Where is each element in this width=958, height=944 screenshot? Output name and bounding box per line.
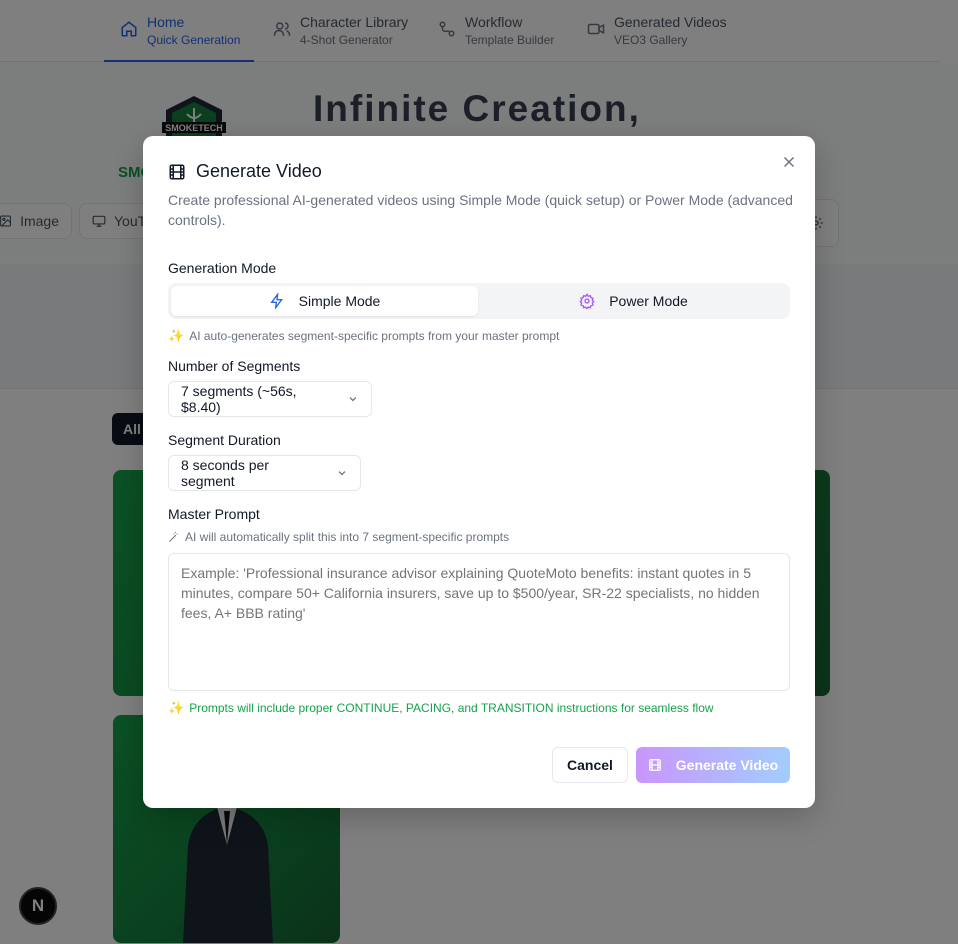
simple-mode-label: Simple Mode: [298, 293, 381, 309]
generation-mode-label: Generation Mode: [168, 260, 277, 276]
segments-value: 7 segments (~56s, $8.40): [181, 383, 297, 415]
duration-label: Segment Duration: [168, 432, 281, 448]
chevron-down-icon: [349, 397, 357, 402]
film-icon: [169, 164, 185, 179]
transition-hint: ✨ Prompts will include proper CONTINUE, …: [168, 700, 714, 716]
dialog-description: Create professional AI-generated videos …: [168, 192, 793, 228]
master-prompt-hint: AI will automatically split this into 7 …: [168, 530, 509, 544]
master-prompt-hint-text: AI will automatically split this into 7 …: [185, 530, 510, 544]
segments-label: Number of Segments: [168, 358, 301, 374]
generate-video-label: Generate Video: [675, 757, 779, 773]
power-mode-tab[interactable]: Power Mode: [480, 286, 787, 316]
duration-select[interactable]: 8 seconds per segment: [168, 455, 361, 491]
film-icon: [648, 759, 661, 771]
segments-select[interactable]: 7 segments (~56s, $8.40): [168, 381, 372, 417]
generation-mode-switch: Simple Mode Power Mode: [168, 283, 790, 319]
duration-value: 8 seconds per segment: [181, 457, 269, 489]
master-prompt-input[interactable]: [168, 553, 790, 691]
simple-mode-tab[interactable]: Simple Mode: [171, 286, 478, 316]
dialog-title: Generate Video: [168, 161, 322, 182]
close-icon[interactable]: [780, 153, 798, 171]
transition-hint-text: Prompts will include proper CONTINUE, PA…: [189, 701, 714, 715]
lightning-icon: [269, 293, 283, 309]
mode-hint-text: AI auto-generates segment-specific promp…: [189, 329, 560, 343]
generate-video-button[interactable]: Generate Video: [636, 747, 790, 783]
sparkle-icon: ✨: [168, 700, 185, 715]
magic-wand-icon: [169, 532, 178, 542]
mode-hint: ✨ AI auto-generates segment-specific pro…: [168, 328, 559, 344]
dialog-title-text: Generate Video: [196, 161, 322, 181]
master-prompt-label: Master Prompt: [168, 506, 260, 522]
chevron-down-icon: [338, 471, 346, 476]
power-mode-label: Power Mode: [609, 293, 688, 309]
sparkle-icon: ✨: [168, 328, 185, 343]
cancel-button[interactable]: Cancel: [552, 747, 628, 783]
settings-cog-icon: [579, 293, 595, 309]
generate-video-dialog: Generate Video Create professional AI-ge…: [143, 136, 815, 808]
